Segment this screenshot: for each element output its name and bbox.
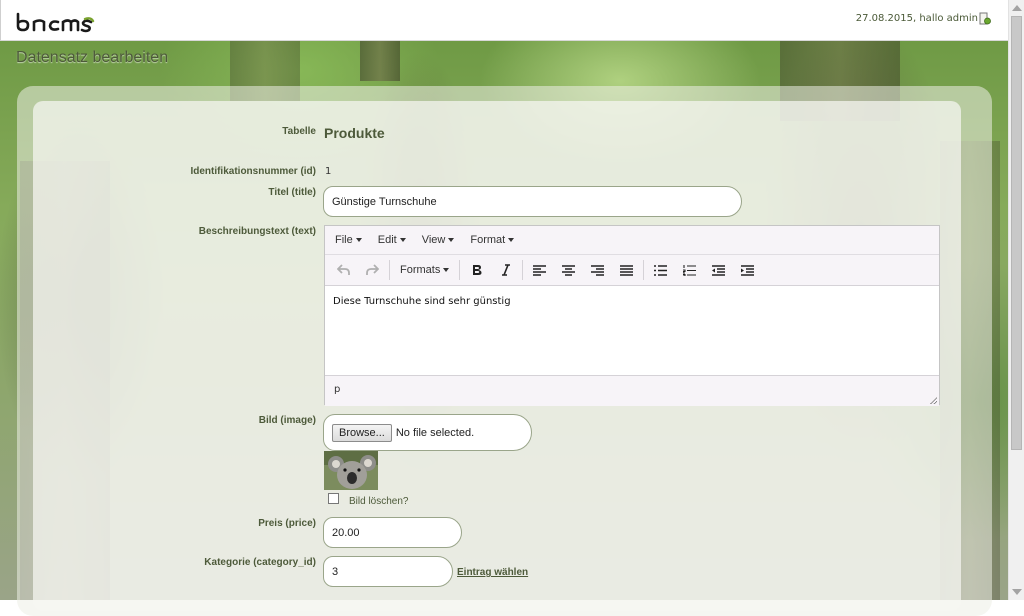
description-label: Beschreibungstext (text) — [198, 226, 316, 237]
scroll-up-icon[interactable] — [1012, 5, 1022, 11]
user-status: 27.08.2015, hallo admin — [855, 13, 978, 24]
page-scrollbar[interactable] — [1008, 0, 1024, 600]
align-right-icon[interactable] — [583, 259, 612, 281]
title-label: Titel (title) — [268, 187, 316, 198]
resize-handle-icon[interactable] — [930, 397, 937, 404]
file-status: No file selected. — [395, 426, 475, 439]
menu-edit[interactable]: Edit — [370, 234, 414, 246]
align-left-icon[interactable] — [525, 259, 554, 281]
price-input[interactable]: 20.00 — [323, 517, 462, 548]
choose-entry-link[interactable]: Eintrag wählen — [457, 567, 528, 578]
editor-content-area[interactable]: Diese Turnschuhe sind sehr günstig — [325, 286, 939, 375]
align-center-icon[interactable] — [554, 259, 583, 281]
chevron-down-icon — [355, 238, 362, 242]
price-label: Preis (price) — [258, 518, 316, 529]
chevron-down-icon — [448, 238, 455, 242]
chevron-down-icon — [508, 238, 515, 242]
bullet-list-icon[interactable] — [646, 259, 675, 281]
scroll-down-icon[interactable] — [1012, 589, 1022, 595]
image-thumbnail — [324, 451, 378, 490]
category-input[interactable]: 3 — [323, 556, 453, 587]
toolbar-separator — [522, 260, 524, 280]
image-file-input[interactable]: Browse... No file selected. — [323, 414, 532, 451]
editor-toolbar: Formats — [325, 255, 939, 286]
table-label: Tabelle — [282, 126, 316, 137]
top-bar: 27.08.2015, hallo admin — [0, 0, 1008, 41]
indent-icon[interactable] — [733, 259, 762, 281]
editor-menubar: File Edit View Format — [325, 226, 939, 255]
delete-image-label: Bild löschen? — [349, 496, 409, 507]
element-path[interactable]: p — [334, 384, 340, 395]
formats-dropdown[interactable]: Formats — [392, 264, 457, 276]
image-label: Bild (image) — [258, 415, 316, 426]
editor-statusbar: p — [325, 375, 939, 406]
italic-icon[interactable] — [491, 259, 520, 281]
scrollbar-thumb[interactable] — [1011, 16, 1022, 450]
toolbar-separator — [643, 260, 645, 280]
category-label: Kategorie (category_id) — [204, 557, 316, 568]
koala-image — [324, 451, 378, 490]
outdent-icon[interactable] — [704, 259, 733, 281]
rich-text-editor: File Edit View Format Formats Diese Turn… — [324, 225, 940, 406]
id-value: 1 — [325, 166, 332, 177]
menu-file[interactable]: File — [327, 234, 370, 246]
delete-image-checkbox[interactable] — [328, 493, 339, 504]
bncms-logo — [16, 12, 95, 33]
chevron-down-icon — [399, 238, 406, 242]
logout-icon[interactable] — [979, 12, 991, 25]
bold-icon[interactable] — [462, 259, 491, 281]
toolbar-separator — [459, 260, 461, 280]
page-title: Datensatz bearbeiten — [16, 49, 169, 66]
id-label: Identifikationsnummer (id) — [190, 166, 316, 177]
redo-icon[interactable] — [358, 259, 387, 281]
align-justify-icon[interactable] — [612, 259, 641, 281]
numbered-list-icon[interactable] — [675, 259, 704, 281]
undo-icon[interactable] — [329, 259, 358, 281]
chevron-down-icon — [443, 268, 450, 272]
title-input[interactable]: Günstige Turnschuhe — [323, 186, 742, 217]
toolbar-separator — [389, 260, 390, 280]
table-name: Produkte — [324, 125, 385, 141]
browse-button[interactable]: Browse... — [332, 423, 392, 442]
menu-view[interactable]: View — [414, 234, 463, 246]
menu-format[interactable]: Format — [462, 234, 522, 246]
